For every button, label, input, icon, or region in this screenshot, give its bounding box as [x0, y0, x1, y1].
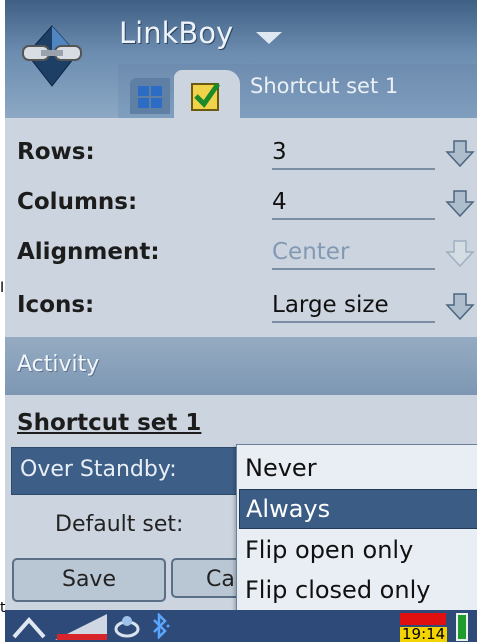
save-button[interactable]: Save — [12, 558, 166, 602]
setting-row-columns: Columns: 4 — [5, 180, 477, 230]
over-standby-label: Over Standby: — [20, 457, 177, 482]
battery-icon — [456, 613, 468, 641]
tab-caption: Shortcut set 1 — [250, 74, 399, 98]
checklist-tab-icon — [191, 82, 221, 111]
down-arrow-icon[interactable] — [445, 291, 475, 321]
option-flip-closed[interactable]: Flip closed only — [239, 571, 477, 609]
rows-field[interactable]: 3 — [272, 132, 435, 170]
status-clock: 19:14 — [400, 625, 448, 642]
link-chain-logo — [22, 25, 82, 87]
setting-value: Large size — [272, 292, 389, 318]
option-flip-open[interactable]: Flip open only — [239, 531, 477, 569]
data-connection-icon — [114, 616, 140, 638]
activity-section-label: Activity — [17, 352, 100, 377]
setting-value: Center — [272, 239, 350, 265]
setting-value: 4 — [272, 189, 287, 215]
setting-label: Icons: — [17, 292, 95, 318]
tab-shortcut-settings[interactable] — [174, 70, 240, 118]
shortcut-set-heading: Shortcut set 1 — [17, 410, 202, 436]
bluetooth-icon — [153, 613, 170, 639]
setting-value: 3 — [272, 139, 287, 165]
grid-tab-icon — [138, 86, 162, 108]
battery-bar — [400, 613, 446, 625]
default-set-label: Default set: — [55, 512, 184, 537]
down-arrow-icon[interactable] — [445, 138, 475, 168]
option-always[interactable]: Always — [239, 489, 477, 529]
columns-field[interactable]: 4 — [272, 182, 435, 220]
signal-strength-icon — [55, 614, 107, 640]
setting-label: Rows: — [17, 139, 95, 165]
down-arrow-icon[interactable] — [445, 188, 475, 218]
icons-field[interactable]: Large size — [272, 285, 435, 323]
app-title[interactable]: LinkBoy — [119, 16, 233, 50]
tab-grid[interactable] — [130, 78, 170, 114]
standby-options-dropdown: Never Always Flip open only Flip closed … — [236, 444, 477, 612]
option-never[interactable]: Never — [239, 449, 477, 487]
dropdown-triangle-icon[interactable] — [256, 32, 282, 44]
alignment-field: Center — [272, 232, 435, 270]
setting-label: Alignment: — [17, 239, 160, 265]
setting-row-icons: Icons: Large size — [5, 280, 477, 330]
setting-label: Columns: — [17, 189, 138, 215]
down-arrow-icon — [445, 240, 475, 268]
setting-row-alignment: Alignment: Center — [5, 230, 477, 280]
phone-screen: LinkBoy Shortcut set 1 Rows: 3 Columns: — [5, 0, 477, 642]
setting-row-rows: Rows: 3 — [5, 130, 477, 180]
over-standby-row[interactable]: Over Standby: — [11, 447, 247, 495]
up-caret-icon[interactable] — [11, 614, 47, 640]
